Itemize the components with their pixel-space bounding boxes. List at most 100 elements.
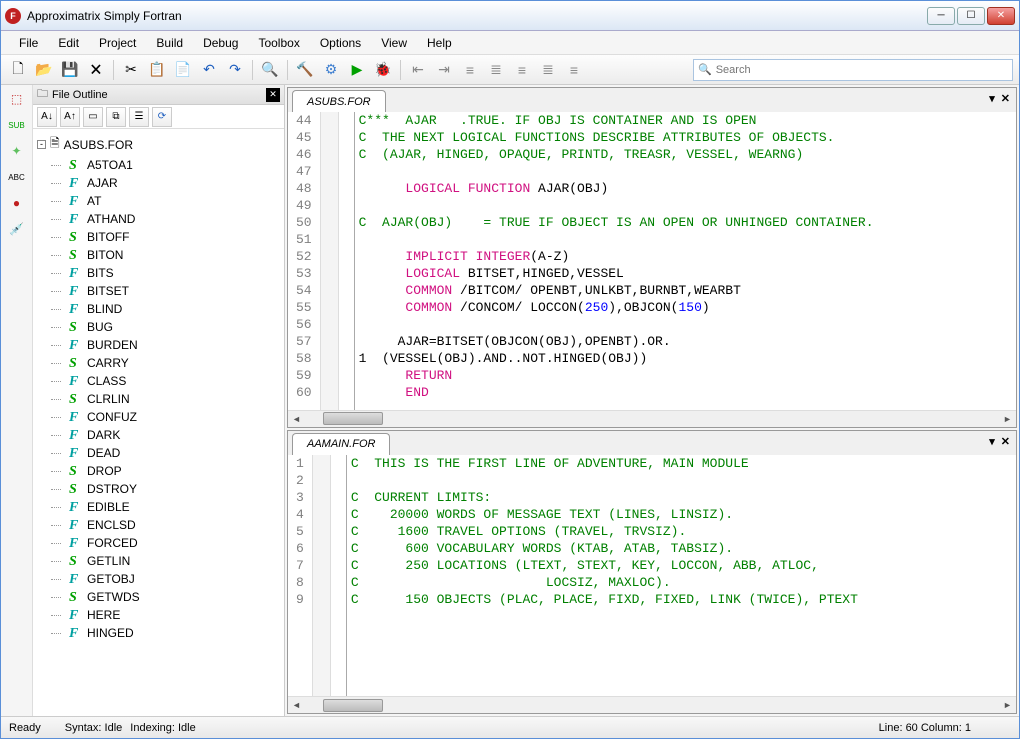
tree-item-label: ENCLSD	[87, 517, 136, 533]
tab-aamain[interactable]: AAMAIN.FOR	[292, 433, 390, 455]
tree-item[interactable]: FAJAR	[37, 174, 280, 192]
tree-item[interactable]: FCLASS	[37, 372, 280, 390]
tab-dropdown-icon[interactable]: ▾	[989, 92, 995, 105]
align-icon-4[interactable]: ≣	[537, 59, 559, 81]
build-icon[interactable]: 🔨	[294, 59, 316, 81]
find-icon[interactable]: 🔍	[259, 59, 281, 81]
new-file-icon[interactable]: 🗋	[7, 59, 29, 81]
tree-item[interactable]: SDSTROY	[37, 480, 280, 498]
save-icon[interactable]: 💾	[59, 59, 81, 81]
tree-item[interactable]: FBITS	[37, 264, 280, 282]
search-box[interactable]: 🔍	[693, 59, 1013, 81]
tab-asubs[interactable]: ASUBS.FOR	[292, 90, 386, 112]
indent-right-icon[interactable]: ⇥	[433, 59, 455, 81]
tree-item[interactable]: FDARK	[37, 426, 280, 444]
tree-item[interactable]: SBUG	[37, 318, 280, 336]
scroll-thumb[interactable]	[323, 412, 383, 425]
rail-syringe-icon[interactable]: 💉	[7, 219, 27, 239]
tree-item[interactable]: FBURDEN	[37, 336, 280, 354]
tree-item[interactable]: FEDIBLE	[37, 498, 280, 516]
align-icon-5[interactable]: ≡	[563, 59, 585, 81]
menu-build[interactable]: Build	[146, 33, 193, 53]
tree-item[interactable]: FDEAD	[37, 444, 280, 462]
align-icon-3[interactable]: ≡	[511, 59, 533, 81]
tree-item[interactable]: SGETWDS	[37, 588, 280, 606]
open-file-icon[interactable]: 📂	[33, 59, 55, 81]
menu-options[interactable]: Options	[310, 33, 371, 53]
tree-item[interactable]: FENCLSD	[37, 516, 280, 534]
maximize-button[interactable]: ☐	[957, 7, 985, 25]
close-file-icon[interactable]: 🗙	[85, 59, 107, 81]
scroll-right-icon[interactable]: ►	[999, 411, 1016, 426]
tree-item[interactable]: FHERE	[37, 606, 280, 624]
outline-btn-4[interactable]: ⧉	[106, 107, 126, 127]
scroll-left-icon[interactable]: ◄	[288, 411, 305, 426]
menu-project[interactable]: Project	[89, 33, 146, 53]
menu-help[interactable]: Help	[417, 33, 462, 53]
debug-icon[interactable]: 🐞	[372, 59, 394, 81]
tree-item[interactable]: SCARRY	[37, 354, 280, 372]
run-icon[interactable]: ▶	[346, 59, 368, 81]
settings-icon[interactable]: ⚙	[320, 59, 342, 81]
tab-dropdown-icon[interactable]: ▾	[989, 435, 995, 448]
minimize-button[interactable]: ─	[927, 7, 955, 25]
paste-icon[interactable]: 📄	[172, 59, 194, 81]
scroll-thumb[interactable]	[323, 699, 383, 712]
rail-puzzle-icon[interactable]: ✦	[7, 141, 27, 161]
tab-close-icon[interactable]: ✕	[1001, 435, 1010, 448]
menu-file[interactable]: File	[9, 33, 48, 53]
tree-root[interactable]: -🗎ASUBS.FOR	[37, 133, 280, 156]
tree-item[interactable]: FAT	[37, 192, 280, 210]
tree-item[interactable]: FCONFUZ	[37, 408, 280, 426]
function-icon: F	[69, 572, 83, 586]
tree-item[interactable]: SBITON	[37, 246, 280, 264]
search-input[interactable]	[712, 64, 1008, 76]
code-view-1[interactable]: 4445464748495051525354555657585960 C*** …	[288, 112, 1016, 410]
redo-icon[interactable]: ↷	[224, 59, 246, 81]
align-icon-2[interactable]: ≣	[485, 59, 507, 81]
tree-item[interactable]: FATHAND	[37, 210, 280, 228]
menu-debug[interactable]: Debug	[193, 33, 248, 53]
tree-item[interactable]: SGETLIN	[37, 552, 280, 570]
tree-item[interactable]: FHINGED	[37, 624, 280, 642]
subroutine-icon: S	[69, 248, 83, 262]
align-icon-1[interactable]: ≡	[459, 59, 481, 81]
sort-az-icon[interactable]: A↓	[37, 107, 57, 127]
code-view-2[interactable]: 123456789 C THIS IS THE FIRST LINE OF AD…	[288, 455, 1016, 696]
tree-item[interactable]: SBITOFF	[37, 228, 280, 246]
copy-icon[interactable]: 📋	[146, 59, 168, 81]
scroll-right-icon[interactable]: ►	[999, 698, 1016, 713]
outline-tree[interactable]: -🗎ASUBS.FORSA5TOA1FAJARFATFATHANDSBITOFF…	[33, 129, 284, 716]
tree-item[interactable]: SCLRLIN	[37, 390, 280, 408]
outline-close-button[interactable]: ✕	[266, 88, 280, 102]
status-position: Line: 60 Column: 1	[879, 722, 971, 734]
rail-abc-icon[interactable]: ABC	[7, 167, 27, 187]
rail-record-icon[interactable]: ●	[7, 193, 27, 213]
scroll-left-icon[interactable]: ◄	[288, 698, 305, 713]
tree-item[interactable]: SA5TOA1	[37, 156, 280, 174]
horizontal-scrollbar[interactable]: ◄ ►	[288, 696, 1016, 713]
code-lines[interactable]: C THIS IS THE FIRST LINE OF ADVENTURE, M…	[347, 455, 858, 696]
horizontal-scrollbar[interactable]: ◄ ►	[288, 410, 1016, 427]
menu-toolbox[interactable]: Toolbox	[248, 33, 309, 53]
tree-item[interactable]: SDROP	[37, 462, 280, 480]
refresh-icon[interactable]: ⟳	[152, 107, 172, 127]
undo-icon[interactable]: ↶	[198, 59, 220, 81]
sort-za-icon[interactable]: A↑	[60, 107, 80, 127]
tree-item[interactable]: FBITSET	[37, 282, 280, 300]
tree-item[interactable]: FGETOBJ	[37, 570, 280, 588]
code-lines[interactable]: C*** AJAR .TRUE. IF OBJ IS CONTAINER AND…	[355, 112, 874, 410]
outline-btn-5[interactable]: ☰	[129, 107, 149, 127]
rail-module-icon[interactable]: ⬚	[7, 89, 27, 109]
outline-btn-3[interactable]: ▭	[83, 107, 103, 127]
rail-sub-icon[interactable]: SUB	[7, 115, 27, 135]
indent-left-icon[interactable]: ⇤	[407, 59, 429, 81]
menu-edit[interactable]: Edit	[48, 33, 89, 53]
tree-item[interactable]: FFORCED	[37, 534, 280, 552]
collapse-icon[interactable]: -	[37, 140, 46, 149]
close-button[interactable]: ✕	[987, 7, 1015, 25]
menu-view[interactable]: View	[371, 33, 417, 53]
tab-close-icon[interactable]: ✕	[1001, 92, 1010, 105]
tree-item[interactable]: FBLIND	[37, 300, 280, 318]
cut-icon[interactable]: ✂	[120, 59, 142, 81]
